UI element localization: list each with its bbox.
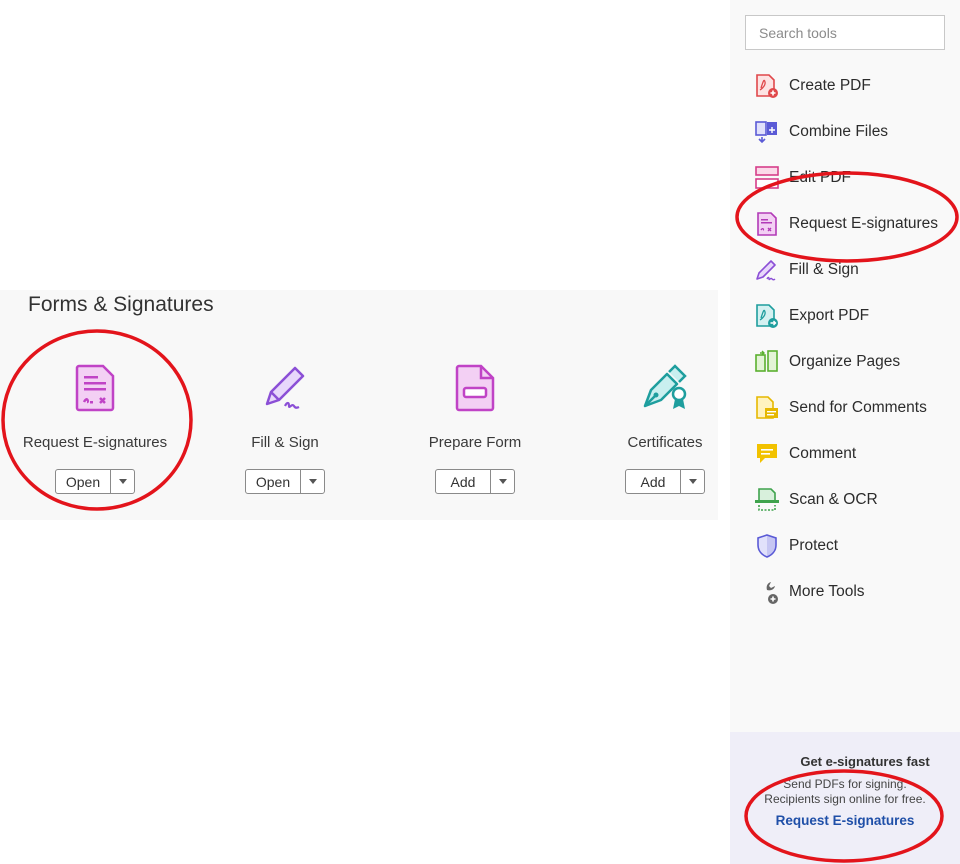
comment-icon bbox=[757, 444, 777, 463]
promo-desc-line: Recipients sign online for free. bbox=[764, 792, 926, 806]
tool-card-fill-sign[interactable]: Fill & Sign Open bbox=[190, 350, 380, 500]
export-pdf-icon bbox=[756, 304, 778, 328]
app-window: Forms & Signatures Request E-signatures … bbox=[0, 0, 960, 864]
esign-promo-banner: Get e-signatures fast Send PDFs for sign… bbox=[730, 732, 960, 864]
chevron-down-icon bbox=[118, 479, 127, 484]
section-title: Forms & Signatures bbox=[28, 293, 214, 316]
dropdown-toggle[interactable] bbox=[681, 470, 704, 493]
chevron-down-icon bbox=[688, 479, 697, 484]
chevron-down-icon bbox=[308, 479, 317, 484]
forms-signatures-section: Forms & Signatures Request E-signatures … bbox=[0, 290, 718, 520]
create-pdf-icon bbox=[756, 74, 778, 98]
sidebar-item-label: Create PDF bbox=[789, 77, 871, 94]
chevron-down-icon bbox=[498, 479, 507, 484]
sidebar-item-create-pdf[interactable]: Create PDF bbox=[730, 63, 960, 109]
sidebar-item-combine-files[interactable]: Combine Files bbox=[730, 109, 960, 155]
tool-name: Request E-signatures bbox=[22, 434, 168, 451]
search-tools-input[interactable] bbox=[745, 15, 945, 50]
add-split-button: Add bbox=[435, 469, 515, 494]
promo-title: Get e-signatures fast bbox=[800, 754, 930, 769]
tool-name: Fill & Sign bbox=[251, 434, 319, 451]
dropdown-toggle[interactable] bbox=[301, 470, 324, 493]
request-esignatures-icon bbox=[75, 364, 115, 412]
edit-pdf-icon bbox=[755, 166, 779, 189]
prepare-form-icon bbox=[455, 364, 495, 412]
sidebar-item-export-pdf[interactable]: Export PDF bbox=[730, 293, 960, 339]
sidebar-item-fill-sign[interactable]: Fill & Sign bbox=[730, 247, 960, 293]
sidebar-item-label: Protect bbox=[789, 537, 839, 554]
open-button[interactable]: Open bbox=[246, 470, 301, 493]
scan-ocr-icon bbox=[755, 488, 779, 511]
sidebar-item-edit-pdf[interactable]: Edit PDF bbox=[730, 155, 960, 201]
sidebar-item-send-for-comments[interactable]: Send for Comments bbox=[730, 385, 960, 431]
dropdown-toggle[interactable] bbox=[111, 470, 134, 493]
tools-sidebar: Create PDF Combine Files Edit PDF bbox=[730, 0, 960, 864]
request-esignatures-link[interactable]: Request E-signatures bbox=[730, 813, 960, 828]
fill-sign-icon bbox=[756, 260, 776, 281]
add-button[interactable]: Add bbox=[436, 470, 491, 493]
sidebar-item-label: More Tools bbox=[789, 583, 865, 600]
organize-pages-icon bbox=[755, 350, 778, 372]
sidebar-item-more-tools[interactable]: More Tools bbox=[730, 569, 960, 615]
sidebar-item-scan-ocr[interactable]: Scan & OCR bbox=[730, 477, 960, 523]
add-button[interactable]: Add bbox=[626, 470, 681, 493]
tool-name: Prepare Form bbox=[428, 434, 522, 451]
sidebar-item-label: Request E-signatures bbox=[789, 215, 939, 232]
sidebar-item-label: Comment bbox=[789, 445, 857, 462]
combine-files-icon bbox=[755, 121, 777, 144]
sidebar-item-label: Organize Pages bbox=[789, 353, 901, 370]
sidebar-item-organize-pages[interactable]: Organize Pages bbox=[730, 339, 960, 385]
sidebar-item-label: Edit PDF bbox=[789, 169, 852, 186]
sidebar-item-label: Send for Comments bbox=[789, 399, 927, 416]
sidebar-item-comment[interactable]: Comment bbox=[730, 431, 960, 477]
fill-sign-icon bbox=[265, 366, 305, 409]
send-for-comments-icon bbox=[756, 396, 778, 419]
sidebar-item-label: Combine Files bbox=[789, 123, 889, 140]
dropdown-toggle[interactable] bbox=[491, 470, 514, 493]
promo-description: Send PDFs for signing. Recipients sign o… bbox=[730, 777, 960, 807]
protect-icon bbox=[757, 534, 777, 558]
certificates-icon bbox=[643, 364, 687, 409]
open-split-button: Open bbox=[245, 469, 325, 494]
sidebar-item-label: Fill & Sign bbox=[789, 261, 859, 278]
sidebar-item-request-esignatures[interactable]: Request E-signatures bbox=[730, 201, 960, 247]
open-split-button: Open bbox=[55, 469, 135, 494]
more-tools-icon bbox=[758, 582, 778, 604]
sidebar-item-protect[interactable]: Protect bbox=[730, 523, 960, 569]
request-esignatures-icon bbox=[757, 212, 777, 236]
tool-card-request-esignatures[interactable]: Request E-signatures Open bbox=[0, 350, 190, 500]
promo-desc-line: Send PDFs for signing. bbox=[783, 777, 907, 791]
sidebar-item-label: Scan & OCR bbox=[789, 491, 878, 508]
add-split-button: Add bbox=[625, 469, 705, 494]
tool-card-prepare-form[interactable]: Prepare Form Add bbox=[380, 350, 570, 500]
open-button[interactable]: Open bbox=[56, 470, 111, 493]
sidebar-item-label: Export PDF bbox=[789, 307, 870, 324]
